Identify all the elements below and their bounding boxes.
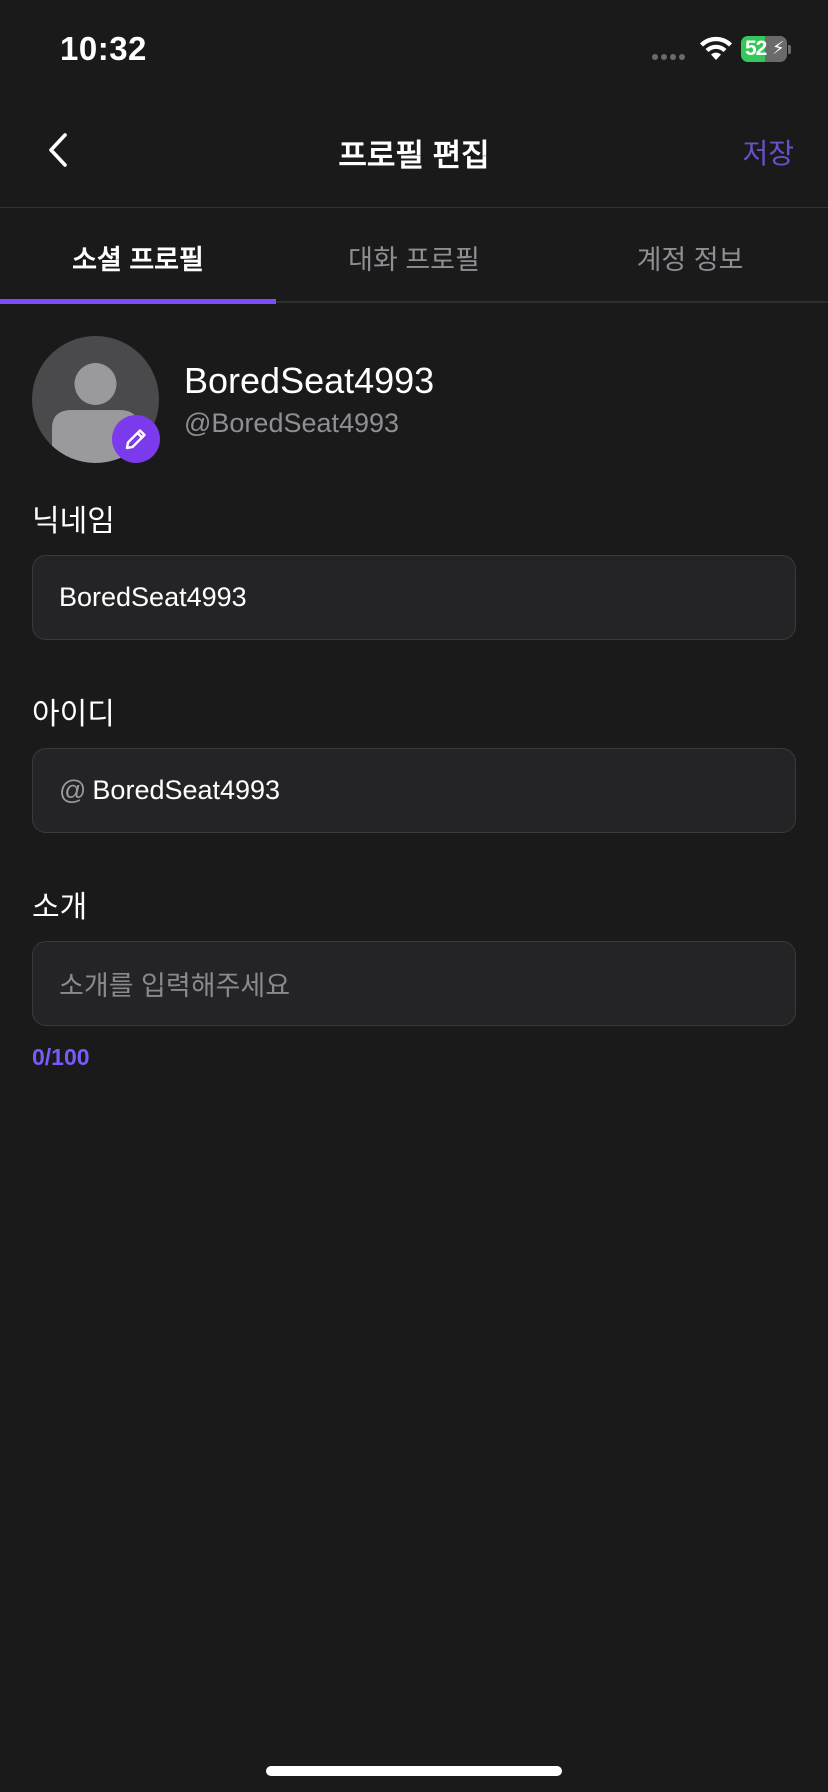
- save-button[interactable]: 저장: [742, 132, 794, 172]
- at-prefix: @: [59, 775, 87, 805]
- profile-tabs: 소셜 프로필 대화 프로필 계정 정보: [0, 208, 828, 303]
- bio-field[interactable]: 소개를 입력해주세요: [32, 941, 796, 1026]
- status-bar: 10:32 52 ⚡: [0, 0, 828, 100]
- bio-placeholder: 소개를 입력해주세요: [59, 971, 291, 1001]
- nickname-value: BoredSeat4993: [59, 582, 247, 612]
- cellular-signal-icon: [652, 54, 692, 62]
- user-id-label: 아이디: [32, 698, 115, 731]
- bio-label: 소개: [32, 891, 88, 924]
- edit-profile-screen: 10:32 52 ⚡ 프로필 편집 저장 소셜 프로필 대화 프로필 계정 정보…: [0, 0, 828, 1792]
- nav-bar: 프로필 편집 저장: [0, 100, 828, 208]
- user-id-field[interactable]: @ BoredSeat4993: [32, 748, 796, 833]
- status-time: 10:32: [60, 30, 147, 67]
- charging-bolt-icon: ⚡: [772, 38, 785, 58]
- home-indicator[interactable]: [266, 1766, 562, 1776]
- tab-social-profile[interactable]: 소셜 프로필: [0, 208, 276, 301]
- nickname-field[interactable]: BoredSeat4993: [32, 555, 796, 640]
- edit-avatar-button[interactable]: [112, 415, 160, 463]
- active-tab-indicator: [0, 299, 276, 304]
- display-name: BoredSeat4993: [184, 360, 435, 401]
- user-id-value: BoredSeat4993: [92, 775, 281, 805]
- bio-char-counter: 0/100: [32, 1044, 90, 1070]
- tab-account-info[interactable]: 계정 정보: [552, 208, 828, 301]
- battery-icon: 52 ⚡: [741, 36, 791, 62]
- user-handle: @BoredSeat4993: [184, 408, 400, 438]
- pencil-icon: [125, 429, 146, 450]
- wifi-icon: [700, 36, 732, 60]
- page-title: 프로필 편집: [338, 138, 490, 173]
- tab-chat-profile[interactable]: 대화 프로필: [276, 208, 552, 301]
- battery-percent: 52: [745, 37, 767, 60]
- nickname-label: 닉네임: [32, 505, 115, 538]
